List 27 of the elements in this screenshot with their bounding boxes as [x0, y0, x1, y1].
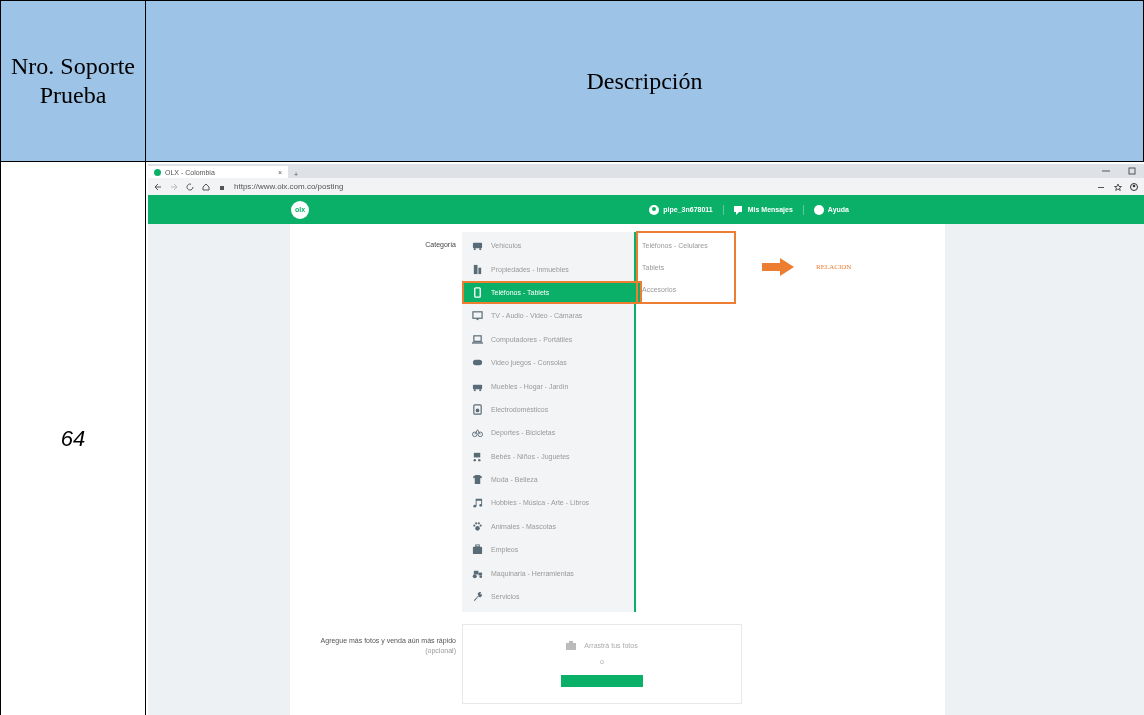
- avatar-icon: [649, 204, 660, 215]
- category-icon: [472, 403, 483, 415]
- reload-icon[interactable]: [186, 182, 194, 191]
- category-icon: [472, 450, 483, 462]
- category-icon: [472, 520, 483, 532]
- chat-icon: [733, 204, 744, 215]
- category-icon: [472, 310, 483, 322]
- category-icon: [472, 286, 483, 298]
- restore-icon[interactable]: [1128, 167, 1136, 175]
- arrow-icon: [762, 258, 794, 276]
- back-icon[interactable]: [154, 182, 162, 191]
- favicon-icon: [154, 168, 161, 176]
- column-header: Nro. Soporte Prueba: [10, 52, 136, 110]
- category-icon: [472, 427, 483, 439]
- category-icon: [472, 544, 483, 556]
- column-header: Descripción: [586, 67, 703, 95]
- star-icon[interactable]: [1114, 182, 1122, 191]
- table-cell: 64: [60, 426, 86, 452]
- category-icon: [472, 263, 483, 275]
- home-icon[interactable]: [202, 182, 210, 191]
- category-icon: [472, 591, 483, 603]
- upload-button[interactable]: [561, 675, 643, 688]
- category-icon: [472, 474, 483, 486]
- account-icon[interactable]: [1130, 182, 1138, 191]
- category-icon: [472, 497, 483, 509]
- category-icon: [472, 240, 483, 252]
- category-icon: [472, 333, 483, 345]
